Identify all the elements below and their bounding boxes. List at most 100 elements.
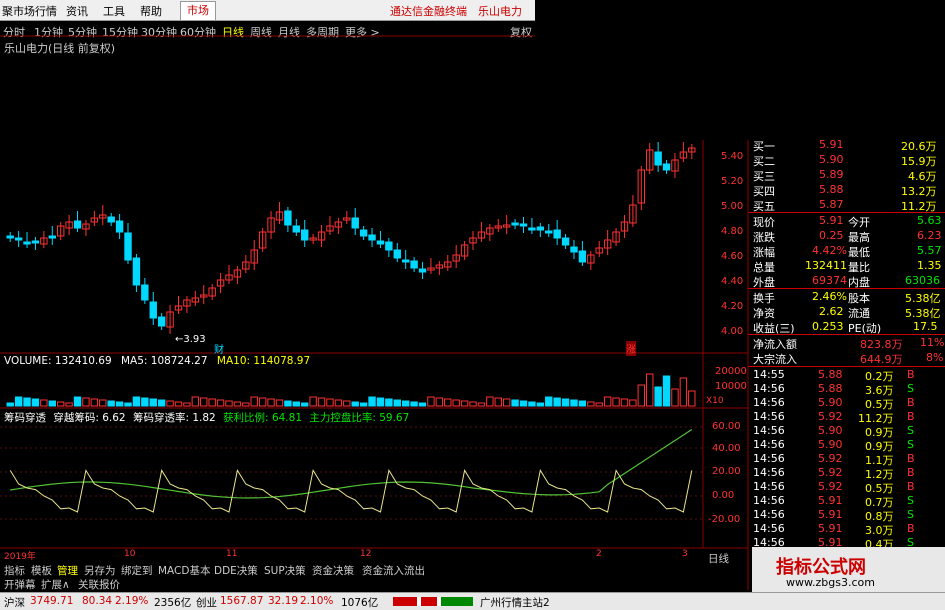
cy-change: 32.19 bbox=[268, 595, 299, 607]
volume-bar bbox=[376, 397, 385, 407]
indicator-green-line bbox=[10, 428, 693, 499]
volume-bar bbox=[469, 401, 477, 407]
candle-body bbox=[418, 268, 427, 273]
blank-box bbox=[290, 286, 655, 322]
indicator-header: 筹码穿透 穿越筹码: 6.62 筹码穿透率: 1.82 获利比例: 64.81 … bbox=[4, 410, 409, 425]
quote-row: 总量 132411 量比 1.35 bbox=[753, 259, 942, 274]
candle-body bbox=[511, 222, 519, 226]
volume-bar bbox=[629, 399, 637, 407]
volume-bar bbox=[637, 384, 646, 407]
buy-row-1: 买一 5.91 20.6万 bbox=[753, 138, 937, 153]
indicator-rate: 筹码穿透率: 1.82 bbox=[132, 412, 216, 424]
volume-tick: 20000 bbox=[715, 366, 747, 377]
indicator-profit: 获利比例: 64.81 bbox=[223, 412, 302, 424]
candle-body bbox=[401, 259, 410, 263]
volume-bar bbox=[654, 386, 662, 407]
candle-body bbox=[284, 210, 292, 226]
candle-body bbox=[141, 284, 149, 301]
tick-row: 14:56 5.92 0.5万 B bbox=[753, 480, 915, 495]
candle-body bbox=[107, 216, 115, 223]
indicator-tick: 0.00 bbox=[712, 490, 735, 501]
buy-row-4: 买四 5.88 13.2万 bbox=[753, 183, 937, 198]
candle-body bbox=[6, 235, 14, 239]
candle-body bbox=[73, 220, 82, 229]
price-tick: 4.40 bbox=[721, 276, 744, 287]
volume-header: VOLUME: 132410.69 MA5: 108724.27 MA10: 1… bbox=[4, 355, 310, 367]
candle-body bbox=[31, 240, 40, 244]
volume-bar bbox=[368, 396, 376, 407]
volume-bar bbox=[351, 401, 359, 407]
quote-row: 外盘 69374 内盘 63036 bbox=[753, 274, 940, 289]
date-tick: 2 bbox=[596, 549, 602, 559]
volume-bar bbox=[56, 401, 65, 407]
volume-unit: X10 bbox=[706, 396, 724, 406]
tab-fund-flow[interactable]: 资金流入流出 bbox=[362, 563, 425, 578]
volume-bar bbox=[309, 396, 317, 407]
volume-bar bbox=[603, 396, 612, 407]
candle-body bbox=[536, 226, 545, 231]
tab-manage[interactable]: 管理 bbox=[57, 563, 78, 578]
volume-bar bbox=[477, 402, 486, 407]
low-price-annotation: ←3.93 bbox=[175, 334, 206, 345]
candle-body bbox=[385, 241, 393, 251]
candle-body bbox=[410, 260, 418, 269]
candle-body bbox=[553, 229, 561, 239]
tab-fund-decision[interactable]: 资金决策 bbox=[312, 563, 354, 578]
market-breadth-bar bbox=[393, 597, 473, 606]
watermark-url: www.zbgs3.com bbox=[786, 576, 875, 589]
volume-bar bbox=[284, 400, 292, 407]
fund-row: 净资 2.62 流通 5.38亿 bbox=[753, 305, 941, 320]
tab-indicator[interactable]: 指标 bbox=[4, 563, 25, 578]
candle-body bbox=[376, 240, 385, 245]
volume-bar bbox=[570, 399, 578, 407]
related-quotes[interactable]: 关联报价 bbox=[78, 577, 120, 592]
flow-row: 净流入额 823.8万 11% bbox=[753, 336, 945, 351]
server-name[interactable]: 广州行情主站2 bbox=[480, 595, 550, 610]
candle-body bbox=[149, 301, 157, 319]
tick-row: 14:56 5.90 0.9万 S bbox=[753, 424, 914, 439]
tab-template[interactable]: 模板 bbox=[31, 563, 52, 578]
volume-bar bbox=[519, 400, 528, 407]
volume-bar bbox=[124, 402, 132, 407]
volume-bar bbox=[233, 401, 242, 407]
price-tick: 5.00 bbox=[721, 201, 744, 212]
financial-marker[interactable]: 财 bbox=[214, 341, 224, 356]
indicator-tick: 20.00 bbox=[712, 466, 741, 477]
indicator-tick: 60.00 bbox=[712, 421, 741, 432]
volume-bar bbox=[545, 396, 553, 407]
quote-row: 现价 5.91 今开 5.63 bbox=[753, 214, 942, 229]
volume-bar bbox=[166, 400, 174, 407]
volume-bar bbox=[410, 401, 418, 407]
volume-bar bbox=[250, 396, 258, 407]
quote-row: 涨幅 4.42% 最低 5.57 bbox=[753, 244, 942, 259]
price-tick: 4.80 bbox=[721, 226, 744, 237]
candle-body bbox=[578, 250, 587, 263]
toggle-danmaku[interactable]: 开弹幕 bbox=[4, 577, 36, 592]
candle-body bbox=[23, 241, 31, 245]
volume-bar bbox=[132, 396, 141, 407]
tab-daily-right[interactable]: 日线 bbox=[708, 551, 729, 566]
tab-macd[interactable]: MACD基本 bbox=[158, 563, 210, 578]
tab-dde[interactable]: DDE决策 bbox=[214, 563, 258, 578]
cy-label: 创业 bbox=[196, 597, 217, 609]
volume-bar bbox=[578, 400, 587, 407]
candle-body bbox=[654, 151, 662, 166]
volume-bar bbox=[14, 396, 23, 407]
indicator-cross: 穿越筹码: 6.62 bbox=[53, 412, 126, 424]
volume-bar bbox=[317, 397, 326, 407]
volume-bar bbox=[115, 401, 124, 407]
candle-body bbox=[14, 237, 23, 241]
tab-save-as[interactable]: 另存为 bbox=[84, 563, 116, 578]
candle-body bbox=[528, 227, 536, 231]
volume-bar bbox=[486, 396, 494, 407]
status-bar: 沪深 3749.71 80.34 2.19% 2356亿 创业 1567.87 … bbox=[0, 592, 945, 610]
date-tick: 10 bbox=[124, 549, 136, 559]
expand-button[interactable]: 扩展∧ bbox=[41, 577, 70, 592]
volume-bar bbox=[90, 398, 99, 407]
tab-bind-to[interactable]: 绑定到 bbox=[121, 563, 153, 578]
volume-bar bbox=[48, 400, 56, 407]
tab-sup[interactable]: SUP决策 bbox=[264, 563, 306, 578]
volume-bar bbox=[671, 388, 679, 407]
limit-up-marker[interactable]: 涨 bbox=[626, 341, 636, 356]
indicator-name[interactable]: 筹码穿透 bbox=[4, 412, 46, 424]
